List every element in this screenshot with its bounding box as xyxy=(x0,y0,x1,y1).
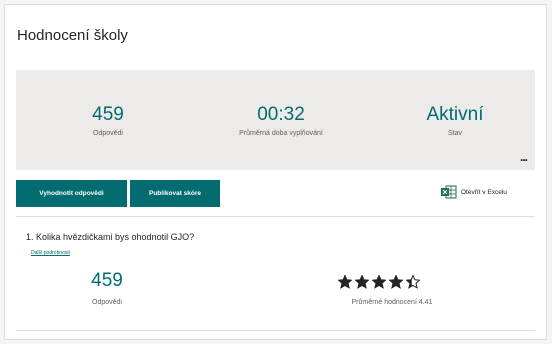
star-rating xyxy=(338,275,420,289)
responses-label: Odpovědi xyxy=(93,130,123,137)
form-results-card: Hodnocení školy 459 Odpovědi 00:32 Průmě… xyxy=(4,4,547,340)
avg-time-stat: 00:32 Průměrná doba vyplňování xyxy=(211,104,351,137)
question-responses-label: Odpovědi xyxy=(92,299,122,306)
divider xyxy=(16,216,535,217)
responses-count: 459 xyxy=(92,104,124,125)
status-label: Stav xyxy=(447,130,462,137)
star-full-icon xyxy=(338,275,352,289)
question-responses-count: 459 xyxy=(91,270,123,291)
status-stat: Aktivní Stav xyxy=(415,104,495,137)
excel-icon xyxy=(441,185,457,199)
average-rating-label: Průměrné hodnocení 4.41 xyxy=(351,299,433,306)
open-in-excel-label: Otevřít v Excelu xyxy=(461,188,507,196)
review-answers-button[interactable]: Vyhodnotit odpovědi xyxy=(16,180,127,207)
avg-time-value: 00:32 xyxy=(257,104,305,125)
avg-time-label: Průměrná doba vyplňování xyxy=(239,130,323,137)
form-title: Hodnocení školy xyxy=(17,27,128,44)
star-full-icon xyxy=(372,275,386,289)
star-full-icon xyxy=(355,275,369,289)
more-options-button[interactable]: ... xyxy=(520,150,528,164)
more-details-link[interactable]: Další podrobnosti xyxy=(31,250,70,256)
star-partial-icon xyxy=(406,275,420,289)
open-in-excel-button[interactable]: Otevřít v Excelu xyxy=(441,184,507,200)
question-title: 1. Kolika hvězdičkami bys ohodnotil GJO? xyxy=(26,232,195,242)
responses-stat: 459 Odpovědi xyxy=(78,104,138,137)
divider xyxy=(16,330,535,331)
star-full-icon xyxy=(389,275,403,289)
publish-scores-button[interactable]: Publikovat skóre xyxy=(130,180,220,207)
status-value: Aktivní xyxy=(426,104,484,125)
summary-panel: 459 Odpovědi 00:32 Průměrná doba vyplňov… xyxy=(16,70,535,170)
